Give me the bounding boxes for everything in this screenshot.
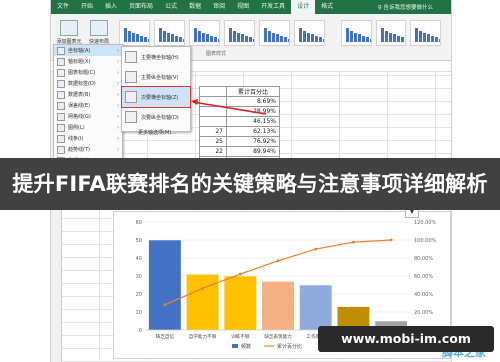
cumulative-point <box>389 238 393 242</box>
y-tick-label: 30 <box>136 274 142 280</box>
cumulative-point <box>276 259 280 263</box>
cumulative-point <box>314 247 318 251</box>
legend-label: 累计百分比 <box>277 343 302 350</box>
y-tick-label: 20 <box>136 292 142 298</box>
y-tick-label: 10 <box>136 310 142 316</box>
y-tick-label: 60 <box>136 220 142 226</box>
y2-tick-label: 80.00% <box>414 256 433 262</box>
x-tick-label: 缺乏表现能力 <box>264 333 292 340</box>
x-tick-label: 训练不够 <box>231 333 250 340</box>
watermark-url: www.mobi-im.com <box>318 326 494 352</box>
legend-label: 频数 <box>241 343 251 350</box>
cumulative-point <box>352 240 355 244</box>
y-tick-label: 0 <box>139 328 142 334</box>
cumulative-point <box>238 272 242 276</box>
bar <box>223 275 257 331</box>
x-tick-label: 缺乏自信 <box>156 333 175 340</box>
bar <box>148 239 182 331</box>
bar <box>186 273 220 331</box>
y2-tick-label: 20.00% <box>414 310 433 316</box>
y-tick-label: 50 <box>136 238 142 244</box>
bar <box>261 281 295 331</box>
y2-tick-label: 120.00% <box>414 220 436 226</box>
legend-swatch <box>232 344 238 348</box>
y2-tick-label: 60.00% <box>414 274 433 280</box>
banner-title: 提升FIFA联赛排名的关键策略与注意事项详细解析 <box>12 172 488 196</box>
cumulative-point <box>163 303 167 307</box>
red-pointer-arrow <box>191 99 267 115</box>
y-tick-label: 40 <box>136 256 142 262</box>
bar <box>299 284 333 331</box>
x-tick-label: 自学能力不够 <box>189 333 217 340</box>
y2-tick-label: 40.00% <box>414 292 433 298</box>
cumulative-point <box>201 287 204 290</box>
y2-tick-label: 100.00% <box>414 238 436 244</box>
